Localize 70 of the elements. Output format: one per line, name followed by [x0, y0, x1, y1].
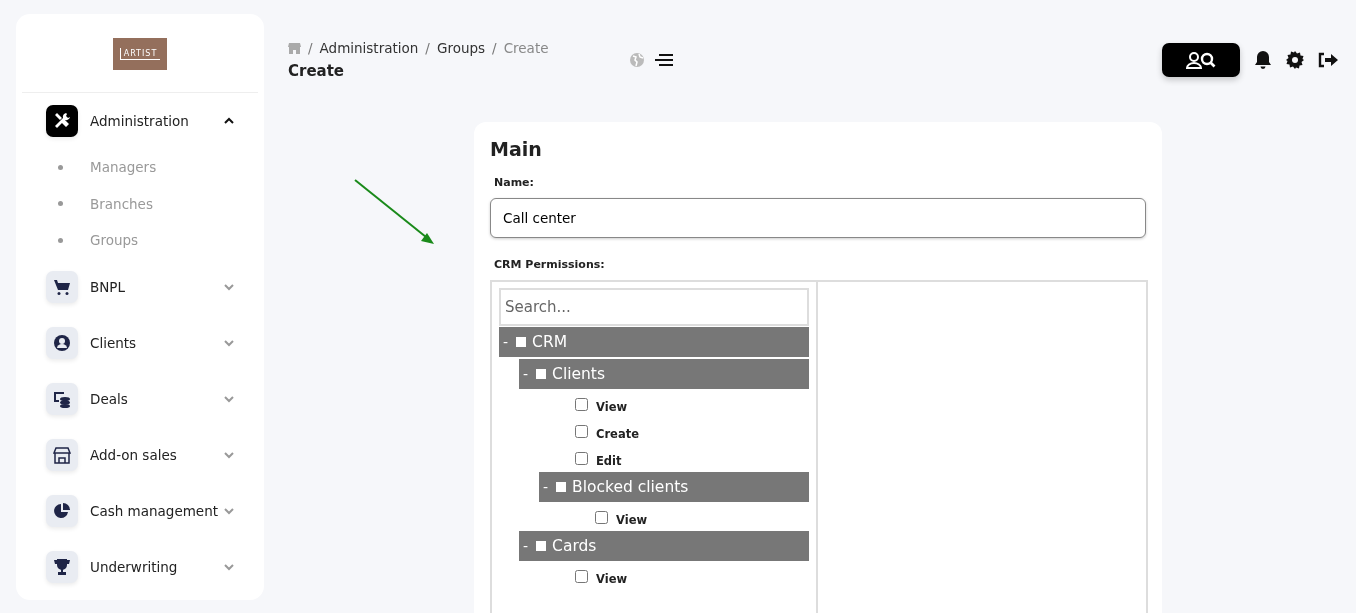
- chevron-down-icon: [224, 282, 234, 291]
- sidebar-item[interactable]: Underwriting: [16, 538, 264, 595]
- permission-label: Create: [596, 426, 639, 441]
- collapse-toggle[interactable]: -: [523, 538, 529, 554]
- square-icon: [556, 482, 567, 492]
- user-search-button[interactable]: [1162, 42, 1240, 77]
- user-search-icon: [1186, 50, 1216, 69]
- permission-label: View: [596, 571, 628, 586]
- permission-checkbox[interactable]: [575, 425, 588, 438]
- tree-group-row[interactable]: - Clients: [519, 359, 809, 389]
- tree-group-row[interactable]: - Cards: [519, 531, 809, 561]
- name-input-field[interactable]: Call center: [490, 198, 1146, 238]
- field-label: Name:: [494, 176, 535, 189]
- brand-logo[interactable]: ARTIST: [113, 38, 167, 70]
- settings-icon[interactable]: [1286, 50, 1304, 69]
- group-label: Blocked clients: [572, 478, 689, 496]
- square-icon: [536, 541, 547, 551]
- permission-label: View: [596, 399, 628, 414]
- chevron-down-icon: [224, 338, 234, 347]
- sidebar-item[interactable]: Deals: [16, 370, 264, 427]
- sidebar-item[interactable]: Clients: [16, 314, 264, 371]
- group-label: Clients: [552, 365, 605, 383]
- sidebar-item[interactable]: Cash management: [16, 482, 264, 539]
- chevron-up-icon: [224, 117, 234, 125]
- user-circle-icon: [53, 333, 71, 352]
- chevron-down-icon: [224, 394, 234, 403]
- sidebar-item[interactable]: Administration: [16, 93, 264, 149]
- store-icon: [53, 445, 71, 464]
- pie-chart-icon: [53, 501, 71, 520]
- square-icon: [536, 369, 547, 379]
- breadcrumb-separator: /: [425, 39, 430, 56]
- chevron-down-icon: [224, 450, 234, 459]
- chevron-down-icon: [224, 506, 234, 515]
- bullet-icon: [58, 164, 63, 170]
- permission-label: View: [616, 512, 648, 527]
- trophy-icon: [53, 557, 71, 576]
- tree-group-row[interactable]: - Blocked clients: [539, 472, 809, 502]
- permission-label: Edit: [596, 453, 622, 468]
- breadcrumb-separator: /: [492, 39, 497, 56]
- sidebar-subitem[interactable]: Groups: [90, 232, 139, 249]
- breadcrumb-separator: /: [308, 39, 313, 56]
- sidebar-subitem[interactable]: Managers: [90, 159, 157, 176]
- cart-icon: [53, 277, 71, 296]
- permission-checkbox[interactable]: [575, 398, 588, 411]
- bullet-icon: [58, 201, 63, 207]
- collapse-toggle[interactable]: -: [503, 334, 509, 350]
- bell-icon[interactable]: [1254, 50, 1272, 69]
- square-icon: [516, 337, 527, 347]
- group-label: CRM: [532, 333, 568, 351]
- collapse-toggle[interactable]: -: [543, 479, 549, 495]
- collapse-toggle[interactable]: -: [523, 366, 529, 382]
- sidebar-item[interactable]: BNPL: [16, 258, 264, 315]
- field-label: CRM Permissions:: [494, 258, 606, 271]
- tree-group-row[interactable]: - CRM: [499, 327, 809, 357]
- permission-checkbox[interactable]: [595, 511, 608, 524]
- group-label: Cards: [552, 537, 597, 555]
- breadcrumb-link[interactable]: Groups: [436, 39, 486, 56]
- breadcrumb-link[interactable]: Administration: [319, 39, 419, 56]
- page-title: Create: [288, 61, 346, 80]
- bullet-icon: [58, 237, 63, 243]
- coins-screen-icon: [53, 389, 71, 408]
- permission-checkbox[interactable]: [575, 570, 588, 583]
- card-title: Main: [490, 138, 543, 160]
- chevron-down-icon: [224, 562, 234, 571]
- sidebar-subitem[interactable]: Branches: [90, 195, 153, 212]
- search-field[interactable]: Search...: [499, 288, 809, 326]
- sidebar-item[interactable]: Add-on sales: [16, 426, 264, 483]
- logout-icon[interactable]: [1318, 51, 1338, 68]
- menu-icon[interactable]: [655, 52, 673, 67]
- permission-checkbox[interactable]: [575, 452, 588, 465]
